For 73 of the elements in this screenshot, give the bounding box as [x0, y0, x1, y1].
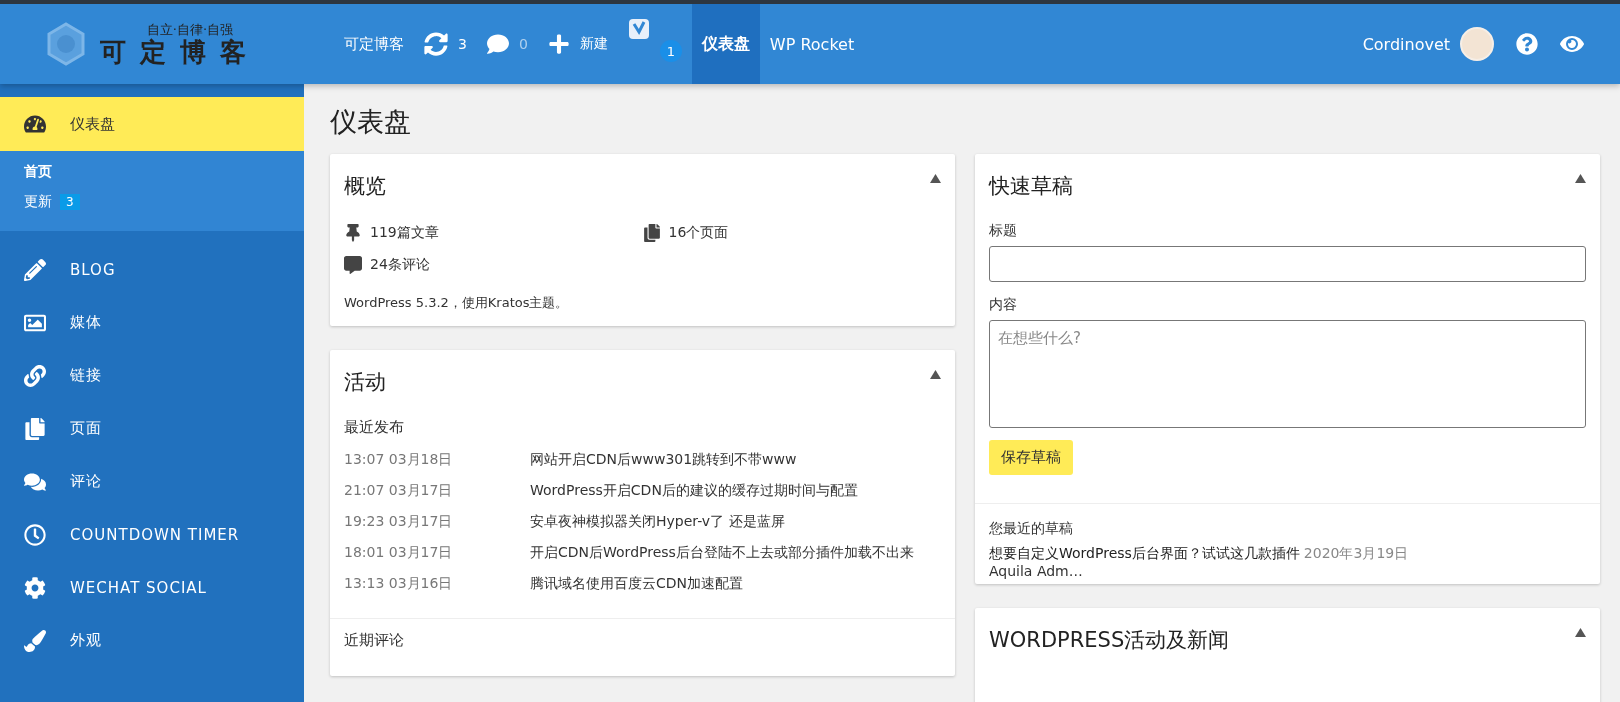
content-textarea[interactable]: 在想些什么?: [989, 320, 1586, 428]
field-label: 内容: [989, 296, 1018, 314]
count-badge: 3: [60, 194, 80, 210]
refresh-icon[interactable]: [424, 32, 448, 56]
plus-icon[interactable]: [547, 33, 570, 55]
sidebar-item[interactable]: BLOG: [0, 243, 304, 296]
post-date: 13:07 03月18日: [344, 450, 454, 469]
draft-date: 2020年3月19日: [1303, 545, 1409, 561]
site-name-link[interactable]: 可定博客: [334, 4, 414, 84]
stat-link[interactable]: 24条评论: [370, 256, 430, 274]
field-label: 标题: [989, 222, 1018, 240]
help-icon[interactable]: [1516, 33, 1538, 55]
toolbar-tab[interactable]: 仪表盘: [691, 4, 760, 84]
pencil-icon: [24, 258, 46, 281]
user-name[interactable]: Cordinovet: [1362, 34, 1450, 54]
version-text: WordPress 5.3.2，使用Kratos主题。: [344, 295, 569, 310]
paintbrush-icon: [24, 629, 46, 652]
new-link[interactable]: 新建: [579, 35, 608, 53]
draft-link[interactable]: 想要自定义WordPress后台界面？试试这几款插件: [989, 545, 1300, 561]
collapse-icon[interactable]: [930, 370, 941, 379]
card-title: WORDPRESS活动及新闻: [989, 627, 1230, 654]
card-title: 快速草稿: [989, 173, 1073, 200]
post-link[interactable]: 开启CDN后WordPress后台登陆不上去或部分插件加载不出来: [530, 544, 914, 560]
logo-text: 可定博客: [100, 36, 260, 67]
save-draft-button[interactable]: 保存草稿: [989, 440, 1073, 475]
clock-icon: [24, 523, 46, 546]
link-icon: [24, 364, 46, 387]
submenu-item[interactable]: 首页: [24, 163, 52, 181]
sidebar-item[interactable]: 评论: [0, 455, 304, 508]
logo-motto: 自立·自律·自强: [145, 21, 234, 37]
update-count: 3: [458, 36, 467, 52]
comment-icon[interactable]: [486, 33, 509, 55]
section-heading: 近期评论: [344, 631, 405, 650]
notification-badge: 1: [659, 40, 682, 62]
stat-link[interactable]: 119篇文章: [370, 224, 439, 242]
section-heading: 您最近的草稿: [989, 520, 1074, 538]
submenu-item[interactable]: 更新: [24, 193, 52, 211]
sidebar-item[interactable]: 媒体: [0, 296, 304, 349]
seo-plugin-icon[interactable]: [627, 18, 650, 40]
title-input[interactable]: [989, 246, 1586, 282]
sidebar-item[interactable]: 链接: [0, 349, 304, 402]
sidebar-item[interactable]: WECHAT SOCIAL: [0, 561, 304, 614]
pages-icon: [24, 417, 46, 440]
pin-icon: [344, 224, 362, 242]
post-link[interactable]: 安卓夜神模拟器关闭Hyper-v了 还是蓝屏: [530, 513, 785, 529]
sidebar-item[interactable]: COUNTDOWN TIMER: [0, 508, 304, 561]
hexagon-logo-icon: [46, 22, 86, 66]
comment-count: 0: [518, 36, 528, 52]
settings-icon: [24, 576, 46, 599]
card-title: 活动: [344, 369, 386, 396]
sidebar-item[interactable]: 页面: [0, 402, 304, 455]
dashboard-icon: [24, 113, 46, 135]
collapse-icon[interactable]: [930, 174, 941, 183]
stat-link[interactable]: 16个页面: [668, 224, 729, 242]
post-date: 18:01 03月17日: [344, 543, 454, 562]
comment-icon: [344, 256, 362, 274]
post-link[interactable]: 腾讯域名使用百度云CDN加速配置: [530, 575, 744, 591]
post-link[interactable]: WordPress开启CDN后的建议的缓存过期时间与配置: [530, 482, 858, 498]
sidebar-item[interactable]: 仪表盘: [0, 97, 304, 151]
post-date: 21:07 03月17日: [344, 481, 454, 500]
sidebar-item[interactable]: 外观: [0, 614, 304, 667]
collapse-icon[interactable]: [1575, 174, 1586, 183]
post-link[interactable]: 网站开启CDN后www301跳转到不带www: [530, 451, 797, 467]
section-heading: 最近发布: [344, 418, 405, 437]
post-date: 13:13 03月16日: [344, 574, 454, 593]
page-title: 仪表盘: [330, 105, 412, 139]
collapse-icon[interactable]: [1575, 628, 1586, 637]
draft-excerpt: Aquila Adm…: [989, 562, 1084, 580]
post-date: 19:23 03月17日: [344, 512, 454, 531]
card-title: 概览: [344, 173, 386, 200]
pages-icon: [642, 224, 661, 242]
avatar[interactable]: [1460, 27, 1494, 61]
toolbar-tab[interactable]: WP Rocket: [759, 4, 865, 84]
